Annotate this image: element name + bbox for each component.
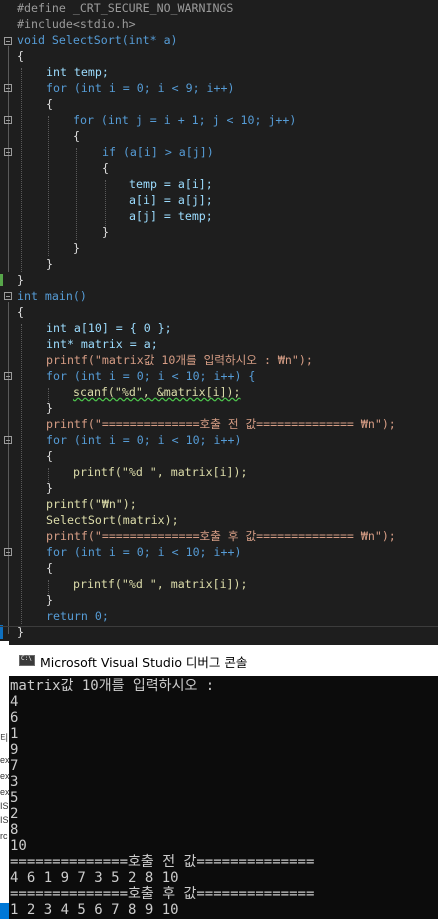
- code-line[interactable]: printf("==============호출 후 값============…: [17, 528, 396, 544]
- code-line[interactable]: printf("==============호출 전 값============…: [17, 416, 396, 432]
- code-line[interactable]: }: [17, 272, 24, 288]
- code-line[interactable]: }: [17, 592, 53, 608]
- collapse-icon[interactable]: [4, 116, 12, 124]
- code-line[interactable]: #define _CRT_SECURE_NO_WARNINGS: [17, 0, 233, 16]
- code-line[interactable]: temp = a[i];: [17, 176, 213, 192]
- debug-console[interactable]: matrix값 10개를 입력하시오 : 4 6 1 9 7 3 5 2 8 1…: [9, 676, 438, 919]
- code-line[interactable]: }: [17, 240, 80, 256]
- code-line[interactable]: for (int i = 0; i < 9; i++): [17, 80, 234, 96]
- code-line[interactable]: printf("%d ", matrix[i]);: [17, 576, 248, 592]
- background-selection: [0, 903, 9, 919]
- code-line[interactable]: int main(): [17, 288, 87, 304]
- console-line: 4 6 1 9 7 3 5 2 8 10: [10, 870, 179, 886]
- code-line[interactable]: }: [17, 224, 109, 240]
- background-text: ex: [0, 771, 9, 781]
- preprocessor-define: #define _CRT_SECURE_NO_WARNINGS: [17, 1, 234, 15]
- collapse-icon[interactable]: [4, 148, 12, 156]
- preprocessor-include: #include<stdio.h>: [17, 17, 136, 31]
- console-line: 9: [10, 742, 19, 758]
- code-line[interactable]: {: [17, 128, 80, 144]
- console-line: 2: [10, 806, 19, 822]
- console-line: 5: [10, 790, 19, 806]
- code-line[interactable]: int a[10] = { 0 };: [17, 320, 172, 336]
- collapse-icon[interactable]: [4, 37, 12, 45]
- code-line[interactable]: }: [17, 256, 53, 272]
- background-text: rc: [0, 831, 8, 841]
- console-line: 10: [10, 838, 27, 854]
- fold-line: [8, 46, 9, 272]
- code-line[interactable]: {: [17, 48, 24, 64]
- code-line[interactable]: printf("matrix값 10개를 입력하시오 : ₩n");: [17, 352, 313, 368]
- code-line[interactable]: printf("%d ", matrix[i]);: [17, 464, 248, 480]
- code-line[interactable]: {: [17, 160, 109, 176]
- code-line[interactable]: #include<stdio.h>: [17, 16, 136, 32]
- console-line: 3: [10, 774, 19, 790]
- code-line[interactable]: {: [17, 560, 53, 576]
- code-line[interactable]: a[j] = temp;: [17, 208, 213, 224]
- background-text: IS: [0, 815, 9, 825]
- console-line: 7: [10, 758, 19, 774]
- fold-line: [8, 302, 9, 634]
- code-line[interactable]: scanf("%d", &matrix[i]);: [17, 384, 241, 400]
- code-line[interactable]: for (int i = 0; i < 10; i++) {: [17, 368, 255, 384]
- collapse-icon[interactable]: [4, 84, 12, 92]
- code-line[interactable]: {: [17, 96, 53, 112]
- collapse-icon[interactable]: [4, 548, 12, 556]
- console-window-title: Microsoft Visual Studio 디버그 콘솔: [40, 655, 248, 670]
- background-text: ex: [0, 787, 9, 797]
- background-text: 티: [0, 733, 9, 743]
- console-title-bar[interactable]: Microsoft Visual Studio 디버그 콘솔: [9, 645, 438, 676]
- console-line: 1 2 3 4 5 6 7 8 9 10: [10, 902, 179, 918]
- code-line[interactable]: int* matrix = a;: [17, 336, 158, 352]
- console-line: 6: [10, 710, 19, 726]
- code-line[interactable]: {: [17, 304, 24, 320]
- collapse-icon[interactable]: [4, 436, 12, 444]
- console-app-icon: [19, 655, 35, 666]
- code-line[interactable]: for (int j = i + 1; j < 10; j++): [17, 112, 296, 128]
- code-editor[interactable]: #define _CRT_SECURE_NO_WARNINGS #include…: [0, 0, 438, 641]
- code-line[interactable]: return 0;: [17, 608, 109, 624]
- code-line[interactable]: printf("₩n");: [17, 496, 137, 512]
- background-window-edge: 티 ex ex ex IS IS rc: [0, 641, 9, 919]
- console-line: matrix값 10개를 입력하시오 :: [10, 678, 215, 694]
- code-line[interactable]: }: [17, 480, 53, 496]
- console-line: ==============호출 전 값==============: [10, 854, 315, 870]
- console-line: ==============호출 후 값==============: [10, 886, 315, 902]
- code-line[interactable]: if (a[i] > a[j]): [17, 144, 214, 160]
- code-line[interactable]: for (int i = 0; i < 10; i++): [17, 432, 241, 448]
- console-line: 4: [10, 694, 19, 710]
- code-line[interactable]: for (int i = 0; i < 10; i++): [17, 544, 241, 560]
- background-text: IS: [0, 801, 9, 811]
- code-line[interactable]: }: [17, 400, 53, 416]
- console-line: 1: [10, 726, 19, 742]
- code-line[interactable]: a[i] = a[j];: [17, 192, 213, 208]
- change-bar: [0, 274, 3, 286]
- current-line-highlight: [0, 626, 438, 641]
- collapse-icon[interactable]: [4, 372, 12, 380]
- console-line: 8: [10, 822, 19, 838]
- collapse-icon[interactable]: [4, 292, 12, 300]
- warning-squiggle-text: scanf("%d", &matrix[i]);: [73, 385, 241, 399]
- code-line[interactable]: int temp;: [17, 64, 109, 80]
- code-line[interactable]: {: [17, 448, 53, 464]
- code-line[interactable]: void SelectSort(int* a): [17, 32, 178, 48]
- background-text: ex: [0, 755, 9, 765]
- code-line[interactable]: SelectSort(matrix);: [17, 512, 179, 528]
